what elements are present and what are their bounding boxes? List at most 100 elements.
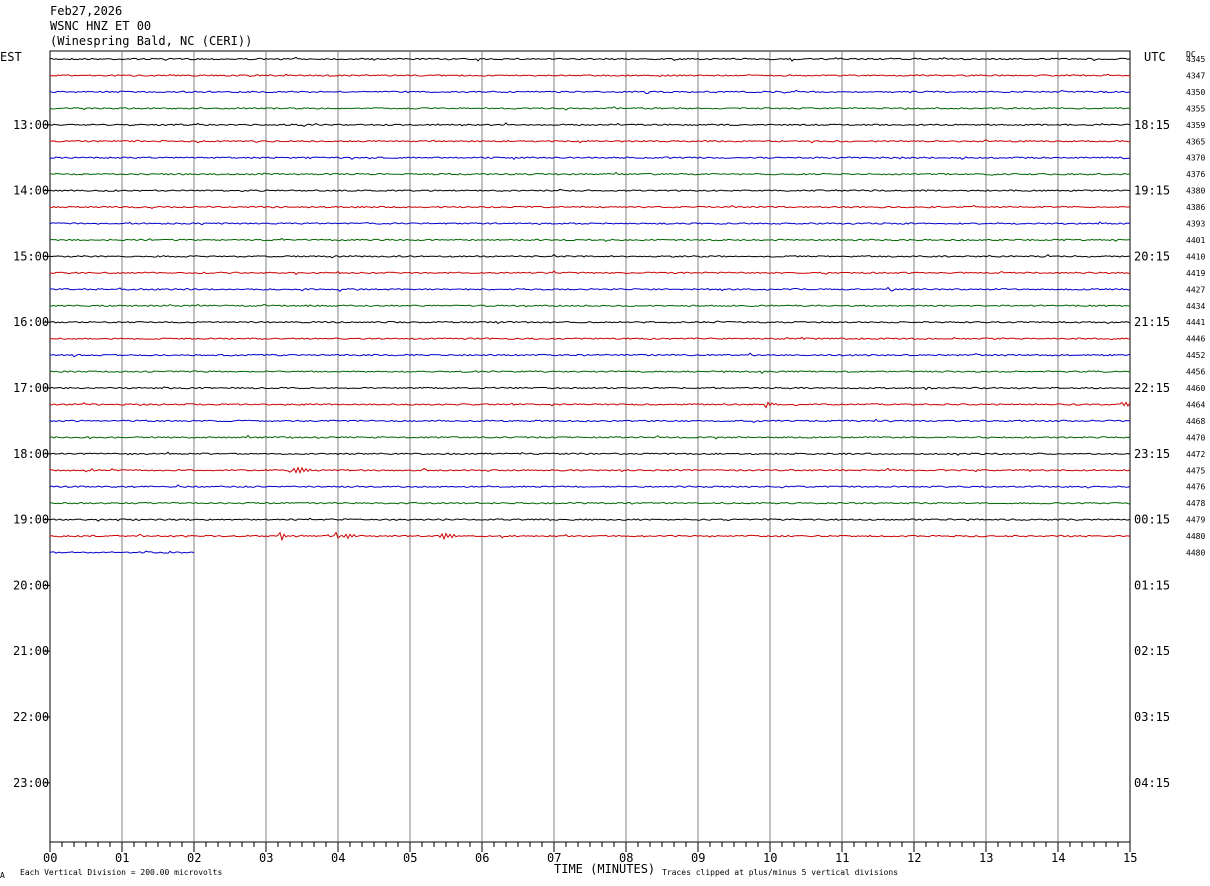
x-tick-label: 05 bbox=[403, 851, 417, 865]
corner-mark: A bbox=[0, 871, 5, 880]
dc-value: 4468 bbox=[1186, 417, 1205, 426]
trace-row bbox=[49, 156, 1131, 161]
x-tick-label: 06 bbox=[475, 851, 489, 865]
trace-row bbox=[49, 401, 1131, 409]
trace-row bbox=[49, 171, 1131, 176]
trace-row bbox=[49, 370, 1131, 375]
x-tick-label: 10 bbox=[763, 851, 777, 865]
trace-row bbox=[49, 286, 1131, 292]
trace-row bbox=[49, 320, 1131, 325]
dc-value: 4427 bbox=[1186, 285, 1205, 294]
utc-hour-label: 19:15 bbox=[1134, 184, 1170, 198]
trace-row bbox=[49, 73, 1131, 78]
trace-row bbox=[49, 122, 1131, 127]
utc-hour-label: 01:15 bbox=[1134, 578, 1170, 592]
trace-row bbox=[49, 221, 1131, 226]
trace-row bbox=[49, 303, 1131, 308]
dc-value: 4410 bbox=[1186, 252, 1205, 261]
trace-row bbox=[49, 386, 1131, 391]
trace-row bbox=[49, 352, 1131, 358]
x-axis-label: TIME (MINUTES) bbox=[554, 862, 655, 876]
clip-note: Traces clipped at plus/minus 5 vertical … bbox=[662, 868, 898, 877]
est-hour-label: 20:00 bbox=[13, 578, 49, 592]
utc-hour-label: 20:15 bbox=[1134, 249, 1170, 263]
trace-row bbox=[49, 106, 1131, 111]
x-tick-label: 07 bbox=[547, 851, 561, 865]
dc-value: 4470 bbox=[1186, 433, 1205, 442]
dc-value: 4479 bbox=[1186, 516, 1205, 525]
est-hour-label: 19:00 bbox=[13, 513, 49, 527]
trace-row bbox=[49, 434, 1131, 440]
dc-value: 4464 bbox=[1186, 400, 1205, 409]
est-hour-label: 22:00 bbox=[13, 710, 49, 724]
dc-value: 4365 bbox=[1186, 137, 1205, 146]
dc-value: 4476 bbox=[1186, 483, 1205, 492]
dc-value: 4452 bbox=[1186, 351, 1205, 360]
trace-row bbox=[49, 139, 1131, 144]
est-label: EST bbox=[0, 50, 22, 64]
dc-value: 4359 bbox=[1186, 121, 1205, 130]
trace-row bbox=[49, 451, 1131, 456]
trace-row bbox=[49, 501, 1130, 505]
est-hour-label: 16:00 bbox=[13, 315, 49, 329]
grid-lines bbox=[44, 50, 1131, 852]
x-tick-label: 08 bbox=[619, 851, 633, 865]
x-tick-label: 14 bbox=[1051, 851, 1065, 865]
x-tick-label: 13 bbox=[979, 851, 993, 865]
est-hour-label: 18:00 bbox=[13, 447, 49, 461]
trace-row bbox=[49, 253, 1131, 259]
est-hour-label: 21:00 bbox=[13, 644, 49, 658]
dc-value: 4355 bbox=[1186, 104, 1205, 113]
trace-row bbox=[49, 484, 1131, 489]
x-tick-label: 15 bbox=[1123, 851, 1137, 865]
x-tick-label: 09 bbox=[691, 851, 705, 865]
dc-value: 4441 bbox=[1186, 318, 1205, 327]
dc-value: 4456 bbox=[1186, 368, 1205, 377]
dc-value: 4419 bbox=[1186, 269, 1205, 278]
est-hour-label: 13:00 bbox=[13, 118, 49, 132]
traces bbox=[49, 56, 1131, 554]
x-tick-label: 02 bbox=[187, 851, 201, 865]
utc-hour-label: 18:15 bbox=[1134, 118, 1170, 132]
dc-value: 4475 bbox=[1186, 466, 1205, 475]
x-tick-label: 04 bbox=[331, 851, 345, 865]
x-tick-label: 00 bbox=[43, 851, 57, 865]
dc-value: 4446 bbox=[1186, 335, 1205, 344]
trace-row bbox=[49, 336, 1131, 341]
est-hour-label: 23:00 bbox=[13, 776, 49, 790]
dc-value: 4380 bbox=[1186, 187, 1205, 196]
dc-value: 4345 bbox=[1186, 55, 1205, 64]
trace-row bbox=[49, 531, 1131, 542]
dc-value: 4376 bbox=[1186, 170, 1205, 179]
trace-row bbox=[49, 270, 1131, 276]
dc-value: 4480 bbox=[1186, 532, 1205, 541]
scale-note: Each Vertical Division = 200.00 microvol… bbox=[20, 868, 222, 877]
utc-hour-label: 03:15 bbox=[1134, 710, 1170, 724]
trace-row bbox=[49, 418, 1130, 423]
helicorder-plot: EST UTC DC TIME (MINUTES) Each Vertical … bbox=[0, 50, 1205, 880]
est-hour-label: 15:00 bbox=[13, 249, 49, 263]
trace-row bbox=[49, 237, 1130, 243]
utc-hour-label: 21:15 bbox=[1134, 315, 1170, 329]
trace-row bbox=[49, 188, 1131, 193]
trace-row bbox=[49, 204, 1131, 209]
x-tick-label: 11 bbox=[835, 851, 849, 865]
utc-hour-label: 02:15 bbox=[1134, 644, 1170, 658]
trace-row bbox=[49, 56, 1131, 62]
dc-value: 4434 bbox=[1186, 302, 1205, 311]
trace-row bbox=[49, 466, 1131, 475]
dc-value: 4401 bbox=[1186, 236, 1205, 245]
dc-value: 4393 bbox=[1186, 220, 1205, 229]
trace-row bbox=[49, 517, 1131, 522]
dc-value: 4370 bbox=[1186, 154, 1205, 163]
est-hour-label: 14:00 bbox=[13, 184, 49, 198]
dc-value: 4460 bbox=[1186, 384, 1205, 393]
dc-value: 4478 bbox=[1186, 499, 1205, 508]
utc-hour-label: 00:15 bbox=[1134, 513, 1170, 527]
x-tick-label: 01 bbox=[115, 851, 129, 865]
x-tick-label: 03 bbox=[259, 851, 273, 865]
dc-value: 4480 bbox=[1186, 549, 1205, 558]
est-hour-label: 17:00 bbox=[13, 381, 49, 395]
trace-row bbox=[49, 89, 1131, 94]
dc-value: 4472 bbox=[1186, 450, 1205, 459]
